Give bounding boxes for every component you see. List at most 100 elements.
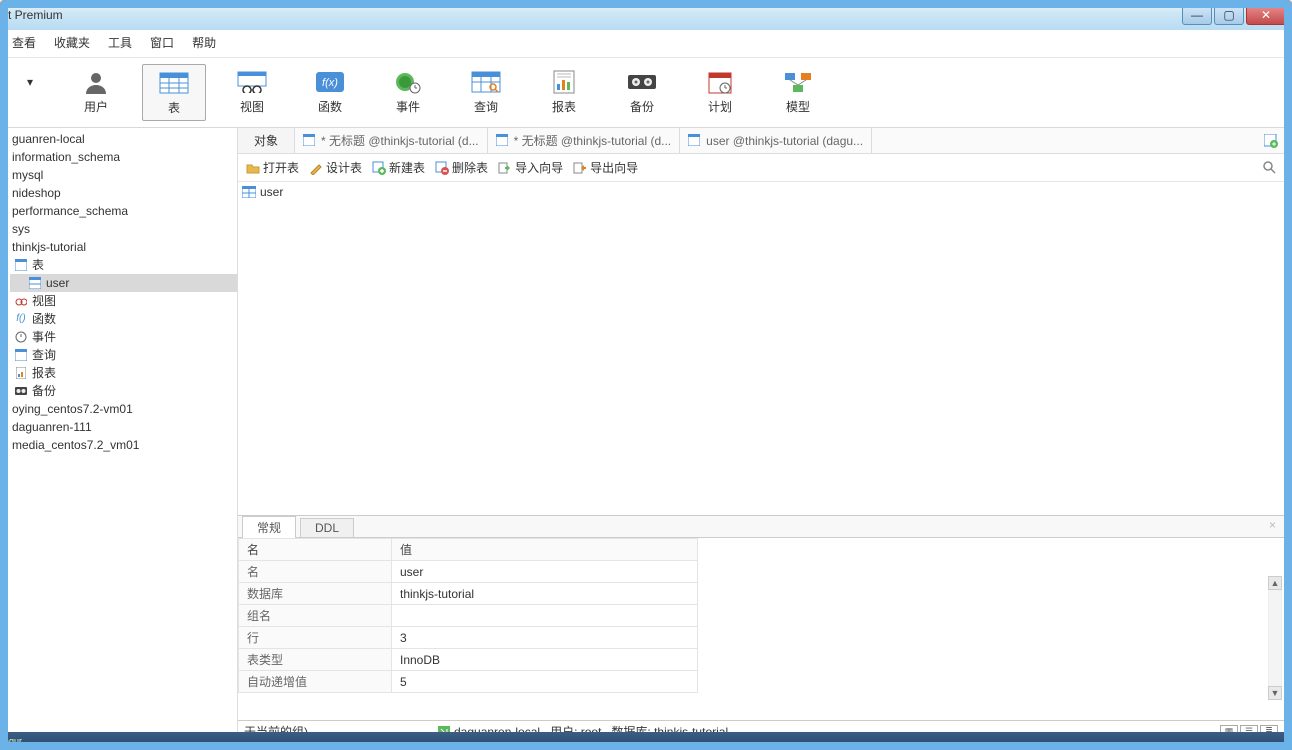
col-name: 名 xyxy=(239,539,392,561)
toolbar-dropdown[interactable]: ▾ xyxy=(10,64,50,100)
prop-db-value: thinkjs-tutorial xyxy=(392,583,698,605)
delete-icon xyxy=(435,161,449,175)
panel-tab-general[interactable]: 常规 xyxy=(242,516,296,538)
scroll-up-icon[interactable]: ▲ xyxy=(1268,576,1282,590)
table-icon xyxy=(242,186,256,198)
toolbar-table-label: 表 xyxy=(168,99,180,116)
search-button[interactable] xyxy=(1262,160,1278,176)
table-tab-icon xyxy=(688,134,702,148)
tree-server[interactable]: media_centos7.2_vm01 xyxy=(10,436,237,454)
action-export[interactable]: 导出向导 xyxy=(571,158,640,177)
prop-name-label: 名 xyxy=(239,561,392,583)
tree-server[interactable]: oying_centos7.2-vm01 xyxy=(10,400,237,418)
toolbar-table[interactable]: 表 xyxy=(142,64,206,121)
tape-small-icon xyxy=(14,384,28,398)
tree-db[interactable]: thinkjs-tutorial xyxy=(10,238,237,256)
model-icon xyxy=(780,68,816,96)
query-tab-icon xyxy=(303,134,317,148)
tree-db[interactable]: mysql xyxy=(10,166,237,184)
properties-grid[interactable]: 名值 名user 数据库thinkjs-tutorial 组名 行3 表类型In… xyxy=(238,538,1284,720)
window-titlebar: t Premium — ▢ ✕ xyxy=(0,0,1292,30)
tab-table-user[interactable]: user @thinkjs-tutorial (dagu... xyxy=(680,128,872,153)
tree-views[interactable]: 视图 xyxy=(10,292,237,310)
menu-view[interactable]: 查看 xyxy=(12,34,36,51)
tray-text: agur xyxy=(4,736,22,746)
tree-backups[interactable]: 备份 xyxy=(10,382,237,400)
col-value: 值 xyxy=(392,539,698,561)
tree-db[interactable]: information_schema xyxy=(10,148,237,166)
toolbar-event-label: 事件 xyxy=(396,98,420,115)
toolbar-event[interactable]: 事件 xyxy=(376,64,440,119)
toolbar-view-label: 视图 xyxy=(240,98,264,115)
toolbar-report[interactable]: 报表 xyxy=(532,64,596,119)
svg-text:f(x): f(x) xyxy=(322,77,338,89)
panel-scrollbar[interactable]: ▲ ▼ xyxy=(1268,576,1282,700)
toolbar-plan[interactable]: 计划 xyxy=(688,64,752,119)
tree-queries[interactable]: 查询 xyxy=(10,346,237,364)
toolbar-function-label: 函数 xyxy=(318,98,342,115)
menu-favorites[interactable]: 收藏夹 xyxy=(54,34,90,51)
action-design-table[interactable]: 设计表 xyxy=(307,158,364,177)
scroll-track[interactable] xyxy=(1268,590,1282,686)
tree-reports[interactable]: 报表 xyxy=(10,364,237,382)
tree-db[interactable]: sys xyxy=(10,220,237,238)
action-open-table[interactable]: 打开表 xyxy=(244,158,301,177)
grid-icon xyxy=(156,69,192,97)
menu-tools[interactable]: 工具 xyxy=(108,34,132,51)
action-import[interactable]: 导入向导 xyxy=(496,158,565,177)
toolbar-plan-label: 计划 xyxy=(708,98,732,115)
query-icon xyxy=(468,68,504,96)
action-bar: 打开表 设计表 新建表 删除表 导入向导 导出向导 xyxy=(238,154,1284,182)
action-delete-table[interactable]: 删除表 xyxy=(433,158,490,177)
menu-window[interactable]: 窗口 xyxy=(150,34,174,51)
tree-events[interactable]: 事件 xyxy=(10,328,237,346)
panel-tab-ddl[interactable]: DDL xyxy=(300,518,354,537)
toolbar-query[interactable]: 查询 xyxy=(454,64,518,119)
function-icon: f(x) xyxy=(312,68,348,96)
toolbar-view[interactable]: 视图 xyxy=(220,64,284,119)
prop-db-label: 数据库 xyxy=(239,583,392,605)
window-maximize-button[interactable]: ▢ xyxy=(1214,5,1244,25)
toolbar-query-label: 查询 xyxy=(474,98,498,115)
action-new-table[interactable]: 新建表 xyxy=(370,158,427,177)
tree-table-user[interactable]: user xyxy=(10,274,237,292)
tree-db[interactable]: performance_schema xyxy=(10,202,237,220)
toolbar-backup[interactable]: 备份 xyxy=(610,64,674,119)
tab-query-2[interactable]: * 无标题 @thinkjs-tutorial (d... xyxy=(488,128,681,153)
prop-type-label: 表类型 xyxy=(239,649,392,671)
prop-ai-label: 自动递增值 xyxy=(239,671,392,693)
toolbar-function[interactable]: f(x) 函数 xyxy=(298,64,362,119)
tab-add-button[interactable] xyxy=(1258,134,1284,148)
scroll-down-icon[interactable]: ▼ xyxy=(1268,686,1282,700)
table-group-icon xyxy=(14,258,28,272)
tree-db[interactable]: nideshop xyxy=(10,184,237,202)
fx-icon: f() xyxy=(14,312,28,326)
sidebar[interactable]: guanren-local information_schema mysql n… xyxy=(8,128,238,742)
object-list[interactable]: user xyxy=(238,182,1284,515)
window-close-button[interactable]: ✕ xyxy=(1246,5,1286,25)
tab-objects[interactable]: 对象 xyxy=(238,128,295,153)
main-toolbar: ▾ 用户 表 视图 f(x) 函数 事件 查 xyxy=(8,57,1284,128)
window-title: t Premium xyxy=(4,8,1180,22)
window-minimize-button[interactable]: — xyxy=(1182,5,1212,25)
tree-tables[interactable]: 表 xyxy=(10,256,237,274)
tree-server[interactable]: daguanren-111 xyxy=(10,418,237,436)
toolbar-user[interactable]: 用户 xyxy=(64,64,128,119)
prop-rows-label: 行 xyxy=(239,627,392,649)
panel-close-button[interactable]: × xyxy=(1269,518,1276,532)
toolbar-report-label: 报表 xyxy=(552,98,576,115)
prop-group-value xyxy=(392,605,698,627)
calendar-icon xyxy=(702,68,738,96)
tape-icon xyxy=(624,68,660,96)
tree-functions[interactable]: f()函数 xyxy=(10,310,237,328)
bottom-panel: 常规 DDL × 名值 名user 数据库thinkjs-tutorial xyxy=(238,515,1284,720)
menu-help[interactable]: 帮助 xyxy=(192,34,216,51)
clock-icon xyxy=(390,68,426,96)
tree-db[interactable]: guanren-local xyxy=(10,130,237,148)
prop-group-label: 组名 xyxy=(239,605,392,627)
object-table-user[interactable]: user xyxy=(242,184,1280,200)
user-icon xyxy=(78,68,114,96)
event-icon xyxy=(14,330,28,344)
toolbar-model[interactable]: 模型 xyxy=(766,64,830,119)
tab-query-1[interactable]: * 无标题 @thinkjs-tutorial (d... xyxy=(295,128,488,153)
